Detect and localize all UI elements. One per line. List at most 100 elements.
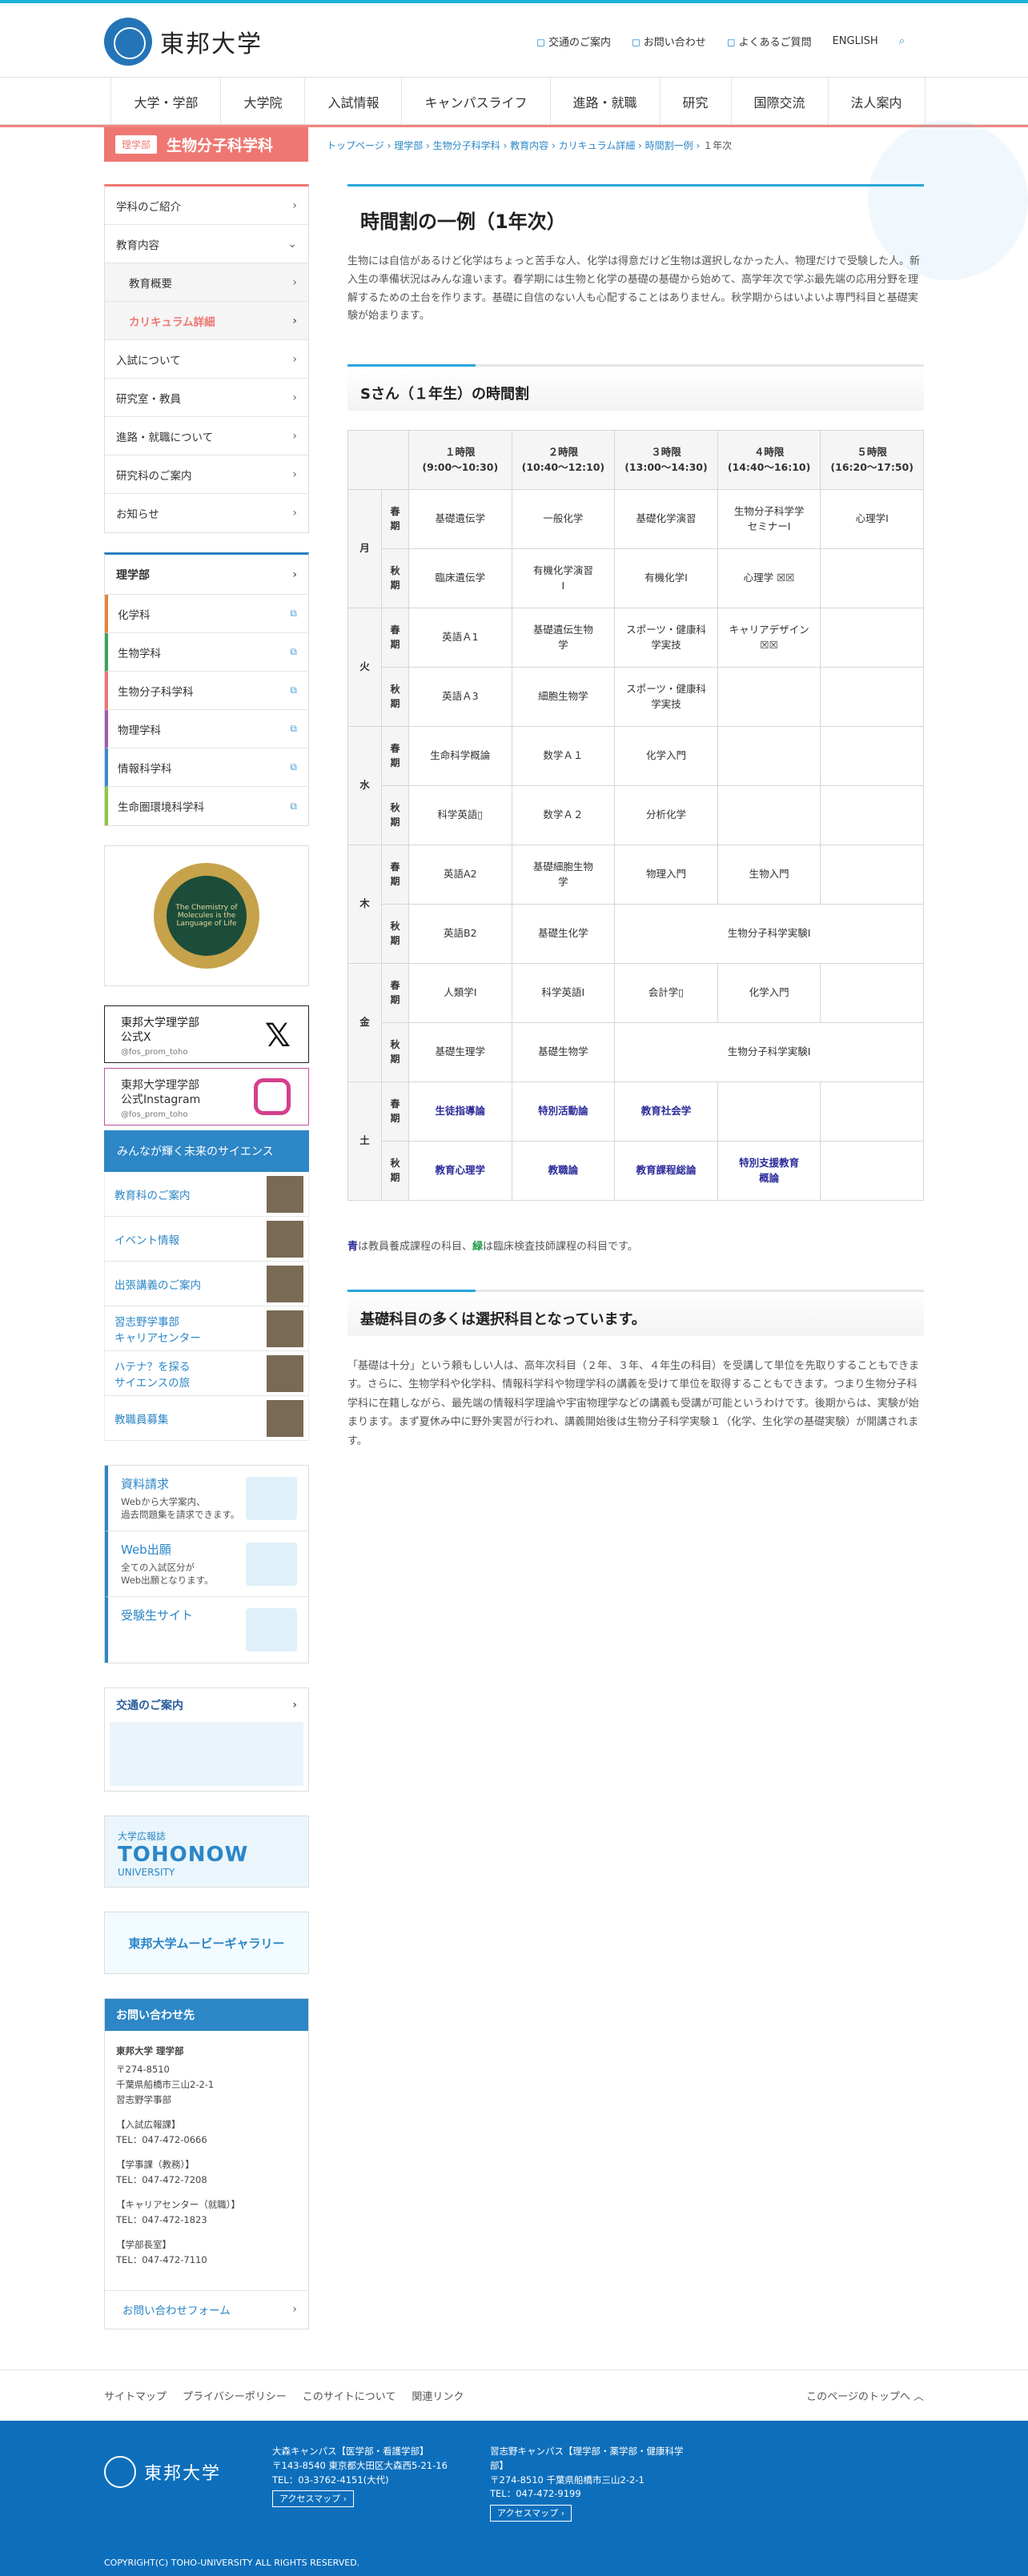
- term-cell: 秋 期: [381, 785, 409, 845]
- sidenav-item-3[interactable]: カリキュラム詳細 ›: [105, 302, 308, 340]
- narashino-map-button[interactable]: アクセスマップ ›: [490, 2505, 572, 2522]
- faculty-link-1[interactable]: 生物学科 ⧉: [105, 633, 308, 672]
- x-account-banner[interactable]: 東邦大学理学部 公式X @fos_prom_toho 𝕏: [104, 1005, 309, 1063]
- class-cell: [820, 963, 924, 1023]
- sidenav-item-5[interactable]: 研究室・教員 ›: [105, 379, 308, 417]
- utility-link-1[interactable]: ◻ お問い合わせ: [632, 34, 706, 49]
- faculty-link-5[interactable]: 生命圏環境科学科 ⧉: [105, 787, 308, 825]
- class-cell: 生命科学概論: [408, 726, 512, 786]
- breadcrumb-link[interactable]: 時間割一例: [645, 140, 693, 151]
- faculty-link-4[interactable]: 情報科学科 ⧉: [105, 748, 308, 787]
- request-banner-1[interactable]: Web出願 全ての入試区分が Web出願となります。: [105, 1531, 308, 1597]
- breadcrumb: トップページ › 理学部 › 生物分子科学科 › 教育内容 › カリキュラム詳細…: [327, 138, 732, 152]
- class-cell: [820, 608, 924, 668]
- movie-gallery-banner[interactable]: 東邦大学ムービーギャラリー: [104, 1912, 309, 1974]
- sidenav-item-1[interactable]: 教育内容 ⌄: [105, 225, 308, 263]
- breadcrumb-link[interactable]: カリキュラム詳細: [559, 140, 636, 151]
- footer-logo[interactable]: 東邦大学: [104, 2456, 221, 2488]
- side-link-1[interactable]: イベント情報: [104, 1217, 309, 1262]
- gnav-item-7[interactable]: 法人案内: [829, 78, 926, 126]
- access-banner[interactable]: 交通のご案内 ›: [104, 1687, 309, 1792]
- term-cell: 秋 期: [381, 1022, 409, 1082]
- utility-link-label: ENGLISH: [832, 35, 878, 47]
- breadcrumb-link[interactable]: 生物分子科学科: [433, 140, 500, 151]
- utility-link-2[interactable]: ◻ よくあるご質問: [727, 34, 812, 49]
- gnav-item-3[interactable]: キャンパスライフ: [402, 78, 551, 126]
- footer-link-2[interactable]: このサイトについて: [303, 2388, 396, 2403]
- class-cell: [717, 1081, 821, 1142]
- footer-link-3[interactable]: 関連リンク: [412, 2388, 464, 2403]
- gnav-item-0[interactable]: 大学・学部: [110, 78, 222, 126]
- back-to-top-link[interactable]: このページのトップへ ︿: [806, 2388, 924, 2403]
- side-link-thumbnail: [267, 1354, 303, 1392]
- sidenav-item-0[interactable]: 学科のご紹介 ›: [105, 187, 308, 225]
- science-banner[interactable]: みんなが輝く未来のサイエンス: [104, 1130, 309, 1172]
- electives-text: 「基礎は十分」という頼もしい人は、高年次科目（２年、３年、４年生の科目）を受講し…: [347, 1360, 920, 1447]
- footer-link-1[interactable]: プライバシーポリシー: [183, 2388, 287, 2403]
- faculty-link-label: 生物学科: [118, 647, 161, 660]
- period-header-1: １時限 (9:00〜10:30): [408, 430, 512, 490]
- request-banner-2[interactable]: 受験生サイト: [105, 1597, 308, 1663]
- faculty-link-3[interactable]: 物理学科 ⧉: [105, 710, 308, 748]
- omori-map-button[interactable]: アクセスマップ ›: [272, 2490, 355, 2508]
- timetable-row: 秋 期英語B2 基礎生化学 生物分子科学実験Ⅰ: [348, 904, 924, 964]
- timetable-row: 金春 期人類学Ⅰ 科学英語Ⅰ 会計学▯ 化学入門: [347, 963, 924, 1082]
- access-title: 交通のご案内 ›: [105, 1688, 308, 1722]
- side-link-4[interactable]: ハテナ？を探る サイエンスの旅: [104, 1351, 309, 1396]
- contact-org: 東邦大学 理学部: [116, 2045, 184, 2056]
- breadcrumb-link[interactable]: 理学部: [394, 140, 423, 151]
- x-logo-icon: 𝕏: [264, 1017, 291, 1054]
- side-link-0[interactable]: 教育科のご案内: [104, 1172, 309, 1217]
- contact-form-link[interactable]: お問い合わせフォーム ›: [105, 2289, 308, 2329]
- footer: 東邦大学 大森キャンパス【医学部・看護学部】 〒143-8540 東京都大田区大…: [0, 2421, 1028, 2576]
- logo-text: 東邦大学: [160, 30, 263, 58]
- sidenav-item-4[interactable]: 入試について ›: [105, 340, 308, 379]
- utility-link-0[interactable]: ◻ 交通のご案内: [536, 34, 611, 49]
- search-icon[interactable]: ⌕: [899, 35, 905, 47]
- department-title[interactable]: 理学部 生物分子科学科: [104, 127, 308, 162]
- sidenav-item-8[interactable]: お知らせ ›: [105, 494, 308, 532]
- breadcrumb-sep-icon: ›: [423, 140, 433, 151]
- footer-link-0[interactable]: サイトマップ: [104, 2388, 167, 2403]
- department-header: 理学部 生物分子科学科 トップページ › 理学部 › 生物分子科学科 › 教育内…: [0, 125, 1028, 162]
- sidenav-item-2[interactable]: 教育概要 ›: [105, 263, 308, 302]
- side-link-3[interactable]: 習志野学事部 キャリアセンター: [104, 1306, 309, 1351]
- tohonow-banner[interactable]: 大学広報誌 TOHONOW UNIVERSITY: [104, 1816, 309, 1888]
- faculty-link-2[interactable]: 生物分子科学科 ⧉: [105, 672, 308, 710]
- gnav-item-2[interactable]: 入試情報: [305, 78, 403, 126]
- route-map-icon: [110, 1722, 303, 1786]
- faculty-link-0[interactable]: 化学科 ⧉: [105, 595, 308, 633]
- campus-omori: 大森キャンパス【医学部・看護学部】 〒143-8540 東京都大田区大森西5-2…: [272, 2445, 448, 2508]
- emblem-motto: The Chemistry of Molecules is the Langua…: [167, 876, 247, 956]
- corner-cell: [347, 430, 409, 490]
- note-blue: 青: [347, 1241, 359, 1253]
- utility-link-label: お問い合わせ: [643, 37, 706, 49]
- breadcrumb-link[interactable]: 教育内容: [510, 140, 548, 151]
- request-banner-0[interactable]: 資料請求 Webから大学案内、 過去問題集を請求できます。: [105, 1466, 308, 1531]
- side-link-label: 出張講義のご案内: [114, 1278, 201, 1292]
- instagram-account-banner[interactable]: 東邦大学理学部 公式Instagram @fos_prom_toho: [104, 1068, 309, 1125]
- side-link-5[interactable]: 教職員募集: [104, 1396, 309, 1441]
- chevron-right-icon: ›: [292, 1699, 297, 1711]
- chevron-right-icon: ›: [292, 352, 297, 366]
- breadcrumb-link[interactable]: トップページ: [327, 140, 384, 151]
- legend-note: 青は教員養成課程の科目、緑は臨床検査技師課程の科目です。: [347, 1238, 924, 1253]
- site-logo[interactable]: 東邦大学: [104, 18, 263, 66]
- gnav-item-5[interactable]: 研究: [661, 78, 732, 126]
- gnav-item-1[interactable]: 大学院: [221, 78, 306, 126]
- class-cell: 化学入門: [614, 726, 718, 786]
- sidenav-item-7[interactable]: 研究科のご案内 ›: [105, 455, 308, 494]
- side-link-2[interactable]: 出張講義のご案内: [104, 1262, 309, 1306]
- sidenav-item-6[interactable]: 進路・就職について ›: [105, 417, 308, 455]
- gnav-item-4[interactable]: 進路・就職: [551, 78, 661, 126]
- contact-box: お問い合わせ先 東邦大学 理学部 〒274-8510 千葉県船橋市三山2-2-1…: [104, 1998, 309, 2329]
- faculty-nav-title[interactable]: 理学部 ›: [105, 555, 308, 595]
- class-cell: 教育心理学: [408, 1141, 512, 1201]
- biomolecular-science-emblem[interactable]: The Chemistry of Molecules is the Langua…: [104, 845, 309, 986]
- class-cell: 基礎遺伝生物 学: [511, 608, 616, 668]
- footer-seal-icon: [104, 2456, 136, 2488]
- utility-link-3[interactable]: ENGLISH: [833, 35, 878, 47]
- gnav-item-6[interactable]: 国際交流: [732, 78, 829, 126]
- period-header-4: ４時限 (14:40〜16:10): [717, 430, 821, 490]
- class-cell: 基礎生理学: [408, 1022, 512, 1082]
